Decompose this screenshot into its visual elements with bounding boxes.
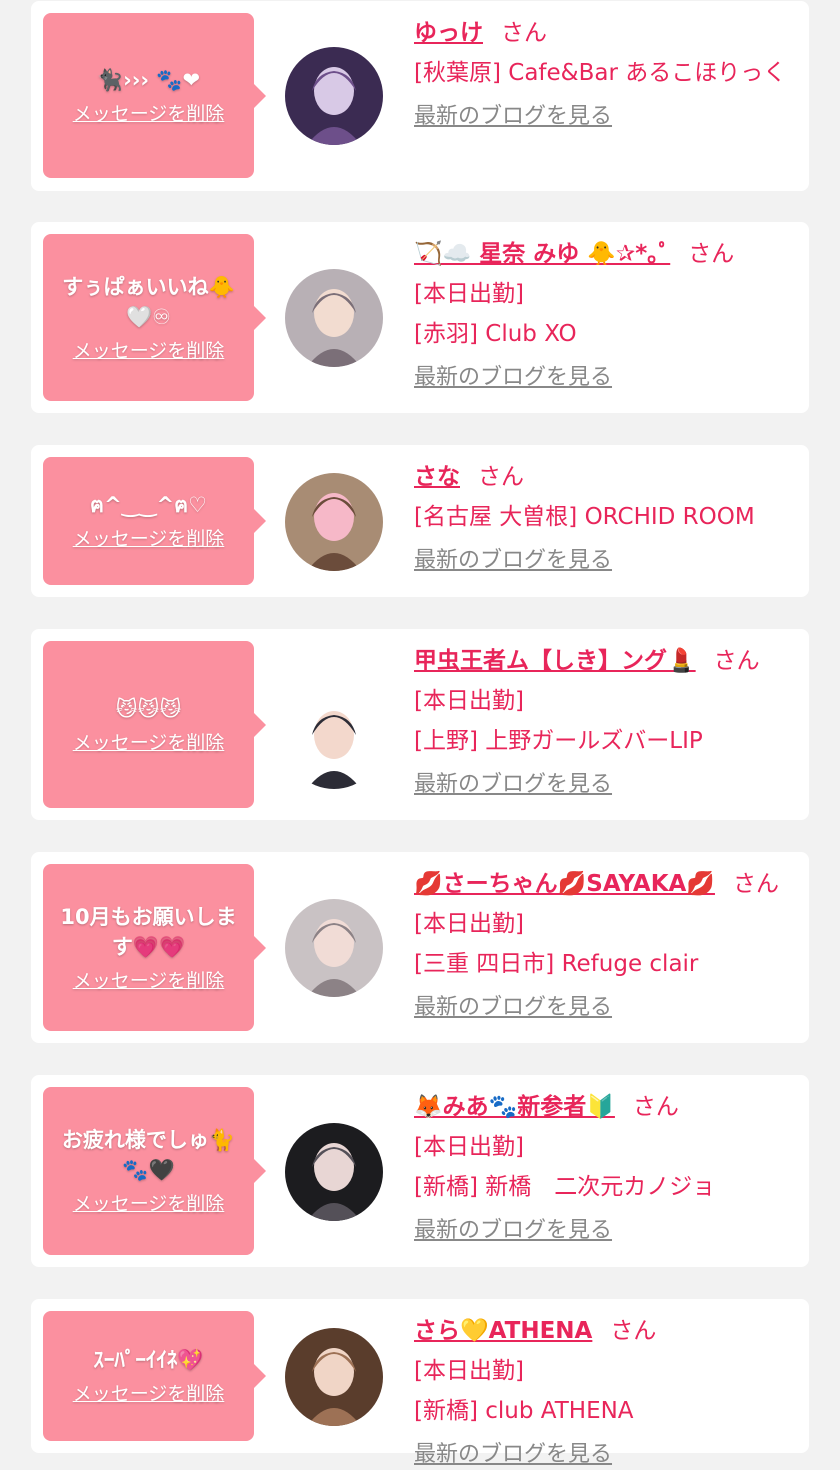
cast-name-link[interactable]: さら💛ATHENA bbox=[414, 1318, 592, 1344]
cast-name-row: さら💛ATHENA さん bbox=[414, 1311, 799, 1351]
avatar[interactable] bbox=[285, 1123, 383, 1221]
message-card: ｽｰﾊﾟｰｲｲﾈ💖 メッセージを削除 さら💛ATHENA さん [本日出勤] [新橋… bbox=[31, 1299, 809, 1467]
cast-detail-line: [赤羽] Club XO bbox=[414, 321, 577, 347]
cast-info: 🏹☁️ 星奈 みゆ 🐥✰*｡ﾟ さん [本日出勤] [赤羽] Club XO 最新の… bbox=[414, 234, 799, 398]
message-bubble: すぅぱぁいいね🐥🤍♾ メッセージを削除 bbox=[43, 234, 266, 401]
cast-info: 💋さーちゃん💋SAYAKA💋 さん [本日出勤] [三重 四日市] Refuge c… bbox=[414, 864, 799, 1028]
avatar[interactable] bbox=[285, 691, 383, 789]
avatar-image bbox=[285, 691, 383, 789]
message-bubble: 😼😼😼 メッセージを削除 bbox=[43, 641, 266, 808]
message-card: お疲れ様でしゅ🐈🐾🖤 メッセージを削除 🦊みあ🐾新参者🔰 さん [本日出勤] [新橋… bbox=[31, 1075, 809, 1267]
message-bubble: お疲れ様でしゅ🐈🐾🖤 メッセージを削除 bbox=[43, 1087, 266, 1255]
delete-message-link[interactable]: メッセージを削除 bbox=[73, 526, 225, 552]
message-text: 🐈‍⬛››› 🐾❤ bbox=[96, 67, 201, 92]
message-card: ฅ^‿‿^ฅ♡ メッセージを削除 さな さん [名古屋 大曽根] ORCHID R… bbox=[31, 445, 809, 597]
cast-info: 甲虫王者ム【しき】ング💄 さん [本日出勤] [上野] 上野ガールズバーLIP 最新… bbox=[414, 641, 799, 805]
message-card: 😼😼😼 メッセージを削除 甲虫王者ム【しき】ング💄 さん [本日出勤] [上野] 上… bbox=[31, 629, 809, 820]
cast-detail-line: [本日出勤] bbox=[414, 1358, 524, 1384]
message-card: 🐈‍⬛››› 🐾❤ メッセージを削除 ゆっけ さん [秋葉原] Cafe&Bar … bbox=[31, 1, 809, 191]
honorific: さん bbox=[501, 20, 547, 46]
message-text: 😼😼😼 bbox=[115, 696, 182, 721]
avatar[interactable] bbox=[285, 1328, 383, 1426]
cast-detail-line: [本日出勤] bbox=[414, 281, 524, 307]
honorific: さん bbox=[688, 241, 735, 267]
cast-name-row: ゆっけ さん bbox=[414, 13, 799, 53]
cast-detail-line: [本日出勤] bbox=[414, 911, 524, 937]
cast-info: 🦊みあ🐾新参者🔰 さん [本日出勤] [新橋] 新橋 二次元カノジョ 最新のブログを… bbox=[414, 1087, 799, 1251]
latest-blog-link[interactable]: 最新のブログを見る bbox=[414, 1211, 612, 1251]
cast-name-link[interactable]: 🦊みあ🐾新参者🔰 bbox=[414, 1094, 615, 1120]
message-bubble: 🐈‍⬛››› 🐾❤ メッセージを削除 bbox=[43, 13, 266, 178]
message-text: 10月もお願いします💗💗 bbox=[60, 904, 237, 959]
message-list: 🐈‍⬛››› 🐾❤ メッセージを削除 ゆっけ さん [秋葉原] Cafe&Bar … bbox=[0, 0, 840, 1470]
message-bubble: ｽｰﾊﾟｰｲｲﾈ💖 メッセージを削除 bbox=[43, 1311, 266, 1441]
cast-detail-line: [本日出勤] bbox=[414, 688, 524, 714]
message-text: お疲れ様でしゅ🐈🐾🖤 bbox=[61, 1128, 236, 1182]
cast-name-row: 🏹☁️ 星奈 みゆ 🐥✰*｡ﾟ さん bbox=[414, 234, 799, 274]
honorific: さん bbox=[732, 871, 779, 897]
cast-detail-line: [名古屋 大曽根] ORCHID ROOM bbox=[414, 504, 755, 530]
message-text: ฅ^‿‿^ฅ♡ bbox=[90, 493, 207, 517]
cast-detail-line: [本日出勤] bbox=[414, 1134, 524, 1160]
message-bubble: ฅ^‿‿^ฅ♡ メッセージを削除 bbox=[43, 457, 266, 585]
avatar-image bbox=[285, 1328, 383, 1426]
cast-info: さな さん [名古屋 大曽根] ORCHID ROOM 最新のブログを見る bbox=[414, 457, 799, 581]
message-bubble: 10月もお願いします💗💗 メッセージを削除 bbox=[43, 864, 266, 1031]
cast-detail-line: [新橋] club ATHENA bbox=[414, 1398, 634, 1424]
latest-blog-link[interactable]: 最新のブログを見る bbox=[414, 97, 612, 137]
delete-message-link[interactable]: メッセージを削除 bbox=[73, 1381, 225, 1407]
cast-name-link[interactable]: 甲虫王者ム【しき】ング💄 bbox=[414, 648, 696, 674]
honorific: さん bbox=[610, 1318, 657, 1344]
cast-info: ゆっけ さん [秋葉原] Cafe&Bar あるこほりっく 最新のブログを見る bbox=[414, 13, 799, 137]
cast-name-row: 💋さーちゃん💋SAYAKA💋 さん bbox=[414, 864, 799, 904]
avatar-image bbox=[285, 1123, 383, 1221]
latest-blog-link[interactable]: 最新のブログを見る bbox=[414, 988, 612, 1028]
delete-message-link[interactable]: メッセージを削除 bbox=[73, 1191, 225, 1217]
honorific: さん bbox=[713, 648, 760, 674]
avatar[interactable] bbox=[285, 47, 383, 145]
latest-blog-link[interactable]: 最新のブログを見る bbox=[414, 765, 612, 805]
message-card: 10月もお願いします💗💗 メッセージを削除 💋さーちゃん💋SAYAKA💋 さん [… bbox=[31, 852, 809, 1043]
cast-name-link[interactable]: 🏹☁️ 星奈 みゆ 🐥✰*｡ﾟ bbox=[414, 241, 670, 267]
message-card: すぅぱぁいいね🐥🤍♾ メッセージを削除 🏹☁️ 星奈 みゆ 🐥✰*｡ﾟ さん [本… bbox=[31, 222, 809, 413]
latest-blog-link[interactable]: 最新のブログを見る bbox=[414, 1435, 612, 1470]
cast-detail-line: [秋葉原] Cafe&Bar あるこほりっく bbox=[414, 60, 787, 86]
latest-blog-link[interactable]: 最新のブログを見る bbox=[414, 541, 612, 581]
delete-message-link[interactable]: メッセージを削除 bbox=[73, 338, 225, 364]
honorific: さん bbox=[632, 1094, 679, 1120]
cast-info: さら💛ATHENA さん [本日出勤] [新橋] club ATHENA 最新のブロ… bbox=[414, 1311, 799, 1470]
cast-detail-line: [三重 四日市] Refuge clair bbox=[414, 951, 699, 977]
delete-message-link[interactable]: メッセージを削除 bbox=[73, 968, 225, 994]
cast-name-row: 🦊みあ🐾新参者🔰 さん bbox=[414, 1087, 799, 1127]
honorific: さん bbox=[478, 464, 524, 490]
avatar-image bbox=[285, 899, 383, 997]
cast-name-row: 甲虫王者ム【しき】ング💄 さん bbox=[414, 641, 799, 681]
cast-name-link[interactable]: ゆっけ bbox=[414, 20, 483, 46]
cast-detail-line: [上野] 上野ガールズバーLIP bbox=[414, 728, 703, 754]
cast-detail-line: [新橋] 新橋 二次元カノジョ bbox=[414, 1174, 716, 1200]
avatar-image bbox=[285, 269, 383, 367]
cast-name-link[interactable]: さな bbox=[414, 464, 460, 490]
avatar-image bbox=[285, 47, 383, 145]
avatar-image bbox=[285, 473, 383, 571]
avatar[interactable] bbox=[285, 269, 383, 367]
cast-name-row: さな さん bbox=[414, 457, 799, 497]
message-text: ｽｰﾊﾟｰｲｲﾈ💖 bbox=[93, 1348, 204, 1372]
latest-blog-link[interactable]: 最新のブログを見る bbox=[414, 358, 612, 398]
avatar[interactable] bbox=[285, 473, 383, 571]
avatar[interactable] bbox=[285, 899, 383, 997]
cast-name-link[interactable]: 💋さーちゃん💋SAYAKA💋 bbox=[414, 871, 715, 897]
delete-message-link[interactable]: メッセージを削除 bbox=[73, 730, 225, 756]
delete-message-link[interactable]: メッセージを削除 bbox=[73, 101, 225, 127]
message-text: すぅぱぁいいね🐥🤍♾ bbox=[62, 274, 235, 329]
